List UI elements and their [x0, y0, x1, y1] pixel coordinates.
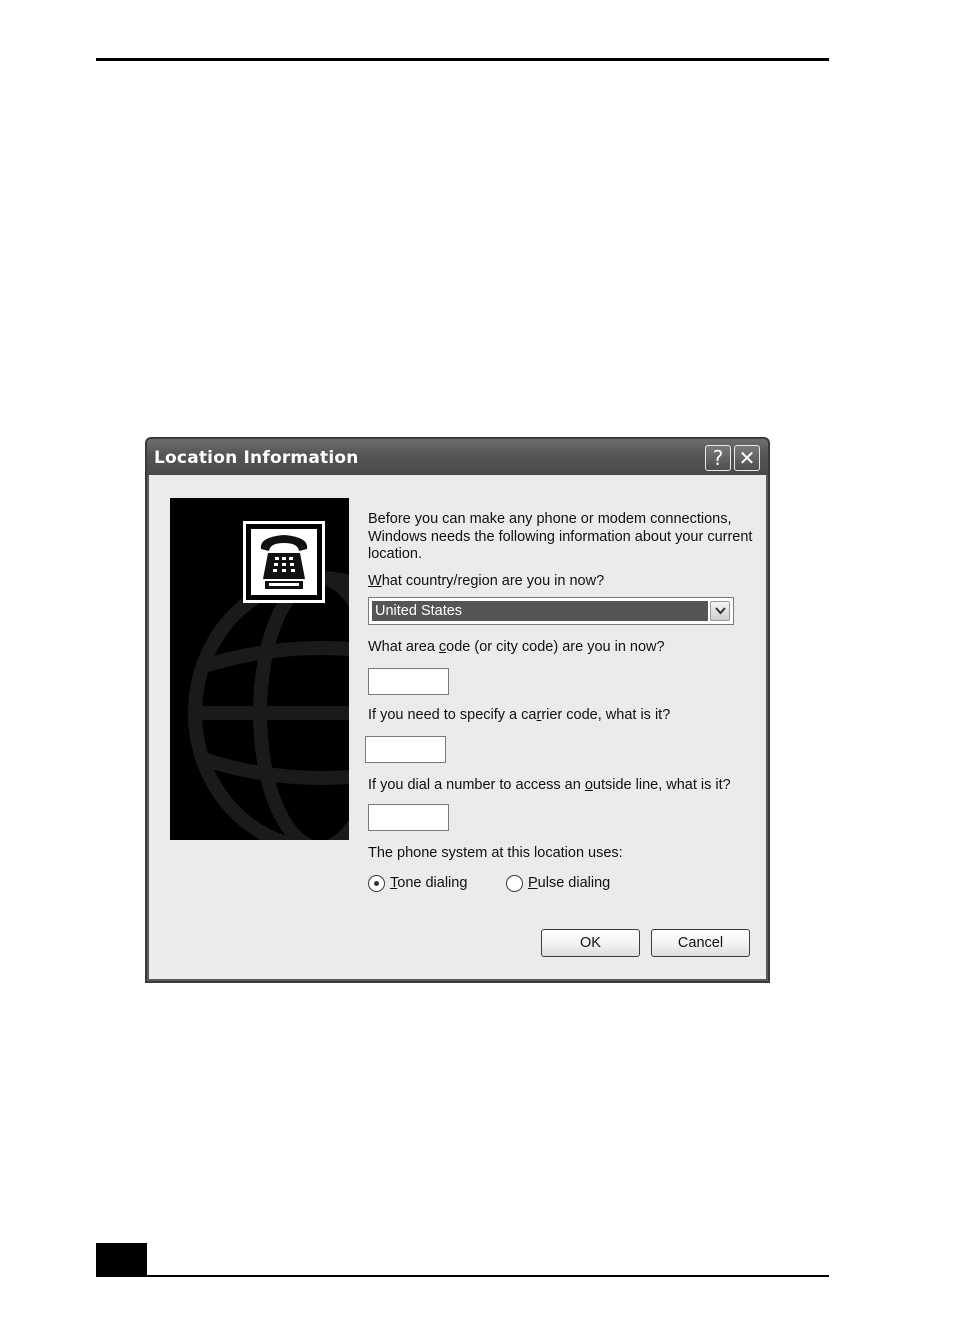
pulse-dialing-radio[interactable]: Pulse dialing [506, 875, 611, 895]
carrier-question-post: rier code, what is it? [541, 707, 671, 723]
telephone-icon [243, 521, 325, 603]
page-top-rule [96, 58, 829, 61]
title-bar[interactable]: Location Information ? ✕ [147, 439, 768, 475]
close-button[interactable]: ✕ [734, 445, 760, 471]
tone-dialing-radio[interactable]: Tone dialing [368, 875, 473, 895]
dialog-title: Location Information [154, 448, 359, 468]
country-question-text: hat country/region are you in now? [381, 573, 605, 589]
pulse-text: ulse dialing [537, 875, 611, 891]
phone-system-label: The phone system at this location uses: [368, 845, 623, 861]
pulse-hotkey: P [528, 875, 538, 891]
outside-line-question-label: If you dial a number to access an outsid… [368, 777, 731, 793]
radio-selected-icon[interactable] [368, 875, 385, 892]
carrier-code-input[interactable] [365, 736, 446, 763]
chevron-down-icon[interactable] [710, 601, 730, 621]
page-bottom-rule [96, 1275, 829, 1277]
area-code-question-label: What area code (or city code) are you in… [368, 639, 665, 655]
tone-text: one dialing [397, 875, 468, 891]
outside-question-pre: If you dial a number to access an [368, 777, 585, 793]
area-question-post: ode (or city code) are you in now? [446, 639, 665, 655]
location-information-dialog: Location Information ? ✕ Before you can … [145, 437, 770, 983]
page-number-tab [96, 1243, 147, 1277]
radio-unselected-icon[interactable] [506, 875, 523, 892]
country-hotkey: W [368, 573, 382, 589]
carrier-code-question-label: If you need to specify a carrier code, w… [368, 707, 670, 723]
area-question-pre: What area [368, 639, 439, 655]
carrier-question-pre: If you need to specify a ca [368, 707, 537, 723]
outside-line-input[interactable] [368, 804, 449, 831]
ok-button[interactable]: OK [541, 929, 640, 957]
cancel-button[interactable]: Cancel [651, 929, 750, 957]
country-question-label: What country/region are you in now? [368, 573, 604, 589]
intro-text: Before you can make any phone or modem c… [368, 511, 753, 562]
globe-graphic [170, 498, 349, 840]
country-select[interactable]: United States [368, 597, 734, 625]
dialog-body: Before you can make any phone or modem c… [149, 475, 766, 979]
tone-dialing-label[interactable]: Tone dialing [390, 875, 467, 891]
pulse-dialing-label[interactable]: Pulse dialing [528, 875, 610, 891]
outside-question-post: utside line, what is it? [592, 777, 731, 793]
help-button[interactable]: ? [705, 445, 731, 471]
area-code-input[interactable] [368, 668, 449, 695]
country-select-value: United States [372, 601, 708, 621]
outside-hotkey: o [584, 777, 593, 793]
